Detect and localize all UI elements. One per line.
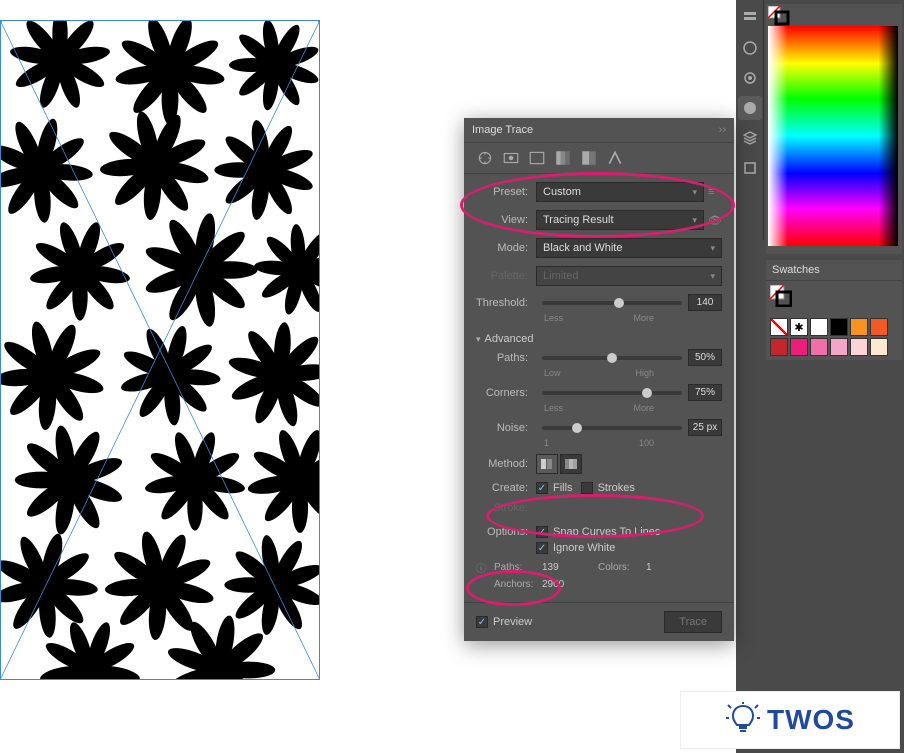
collapse-icon[interactable]: ›› [719, 124, 726, 136]
snap-curves-label: Snap Curves To Lines [553, 526, 660, 538]
image-trace-panel: Image Trace ›› Preset: Custom▾ ≡ View: T… [464, 118, 734, 641]
preset-outline-icon[interactable] [606, 149, 624, 167]
swatches-title: Swatches [766, 260, 902, 281]
preset-tabs [464, 143, 734, 174]
layers-icon[interactable] [738, 126, 762, 150]
swatches-grid: ✱ [766, 314, 902, 360]
preset-dropdown[interactable]: Custom▾ [536, 182, 704, 202]
strokes-checkbox[interactable] [581, 482, 593, 494]
swatch-none[interactable] [770, 318, 788, 336]
info-paths-value: 139 [542, 562, 582, 573]
threshold-value[interactable]: 140 [688, 294, 722, 311]
corners-slider-value[interactable]: 75% [688, 384, 722, 401]
info-paths-label: Paths: [494, 562, 542, 573]
swatch[interactable] [810, 338, 828, 356]
swatch[interactable] [790, 338, 808, 356]
properties-icon[interactable] [738, 6, 762, 30]
preset-label: Preset: [476, 186, 536, 198]
palette-label: Palette: [476, 270, 536, 282]
threshold-slider[interactable] [542, 301, 682, 305]
info-icon: ⓘ [476, 560, 490, 575]
watermark: TWOS [680, 691, 900, 749]
stroke-label: Stroke: [476, 502, 536, 514]
view-label: View: [476, 214, 536, 226]
color-guide-icon[interactable] [738, 36, 762, 60]
preset-auto-icon[interactable] [476, 149, 494, 167]
ignore-white-label: Ignore White [553, 542, 615, 554]
options-label: Options: [476, 526, 536, 538]
info-anchors-value: 2900 [542, 579, 582, 590]
swatch-registration[interactable]: ✱ [790, 318, 808, 336]
cloud-icon[interactable] [738, 66, 762, 90]
paths-slider-label: Paths: [476, 352, 536, 364]
preset-6colors-icon[interactable] [580, 149, 598, 167]
ignore-white-checkbox[interactable] [536, 542, 548, 554]
palette-dropdown: Limited▾ [536, 266, 722, 286]
preset-photo-high-icon[interactable] [502, 149, 520, 167]
dock-strip [736, 0, 764, 240]
method-label: Method: [476, 458, 536, 470]
advanced-toggle[interactable]: ▾ Advanced [476, 329, 722, 349]
swatch-black[interactable] [830, 318, 848, 336]
swatches-panel: Swatches ✱ [766, 260, 902, 360]
preset-menu-icon[interactable]: ≡ [708, 186, 722, 198]
view-dropdown[interactable]: Tracing Result▾ [536, 210, 704, 230]
swatch[interactable] [850, 318, 868, 336]
method-abutting-button[interactable] [536, 454, 558, 474]
swatch[interactable] [870, 318, 888, 336]
image-trace-dock-icon[interactable] [738, 96, 762, 120]
panel-title: Image Trace [472, 124, 719, 136]
swatch[interactable] [850, 338, 868, 356]
watermark-bulb-icon [725, 702, 761, 738]
corners-slider-label: Corners: [476, 387, 536, 399]
color-panel [766, 4, 902, 254]
swatch-white[interactable] [810, 318, 828, 336]
info-colors-label: Colors: [598, 562, 646, 573]
trace-button[interactable]: Trace [664, 611, 722, 633]
snap-curves-checkbox[interactable] [536, 526, 548, 538]
strokes-label: Strokes [598, 482, 635, 494]
info-anchors-label: Anchors: [494, 579, 542, 590]
noise-slider[interactable] [542, 426, 682, 430]
mode-label: Mode: [476, 242, 536, 254]
paths-slider[interactable] [542, 356, 682, 360]
artboards-icon[interactable] [738, 156, 762, 180]
swatch[interactable] [830, 338, 848, 356]
mode-dropdown[interactable]: Black and White▾ [536, 238, 722, 258]
traced-image[interactable] [0, 20, 320, 680]
preset-photo-low-icon[interactable] [528, 149, 546, 167]
noise-slider-value[interactable]: 25 px [688, 419, 722, 436]
fills-label: Fills [553, 482, 573, 494]
corners-slider[interactable] [542, 391, 682, 395]
view-eye-icon[interactable]: 👁 [708, 214, 722, 227]
panel-header[interactable]: Image Trace ›› [464, 118, 734, 143]
right-dock: Swatches ✱ [736, 0, 904, 753]
swatches-fill-stroke-icon[interactable] [770, 285, 792, 307]
chevron-down-icon: ▾ [476, 334, 481, 345]
fills-checkbox[interactable] [536, 482, 548, 494]
watermark-text: TWOS [767, 704, 855, 736]
create-label: Create: [476, 482, 536, 494]
method-overlapping-button[interactable] [560, 454, 582, 474]
fill-stroke-icon[interactable] [768, 6, 792, 26]
noise-slider-label: Noise: [476, 422, 536, 434]
swatch[interactable] [770, 338, 788, 356]
swatch[interactable] [870, 338, 888, 356]
threshold-label: Threshold: [476, 297, 536, 309]
paths-slider-value[interactable]: 50% [688, 349, 722, 366]
preview-checkbox[interactable] [476, 616, 488, 628]
preview-label: Preview [493, 616, 532, 628]
info-colors-value: 1 [646, 562, 686, 573]
color-spectrum[interactable] [768, 26, 898, 246]
preset-3colors-icon[interactable] [554, 149, 572, 167]
